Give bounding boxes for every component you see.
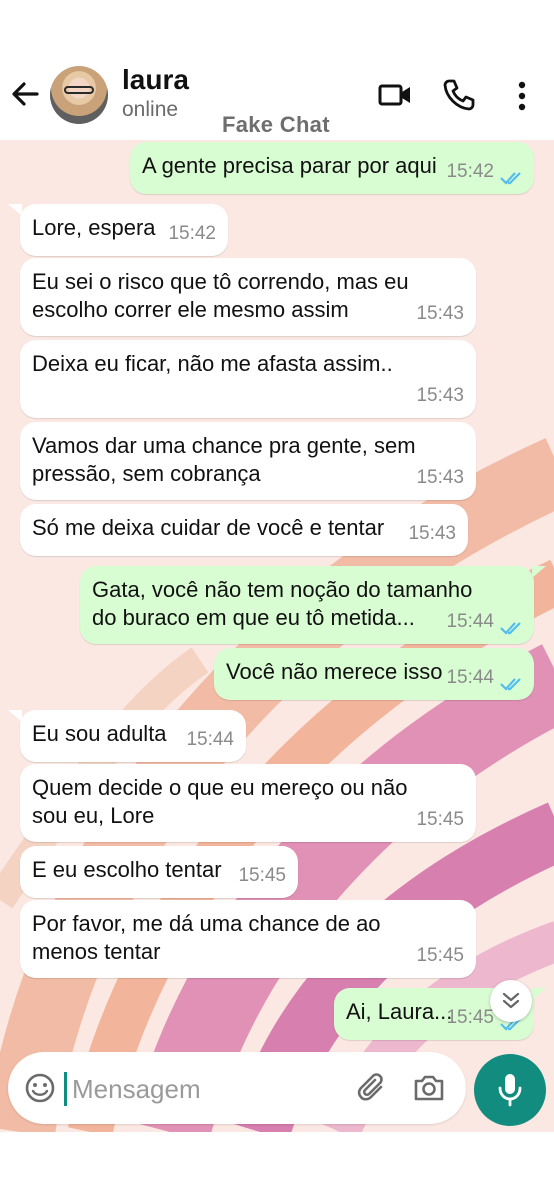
- message-bubble-incoming[interactable]: E eu escolho tentar 15:45: [20, 846, 298, 898]
- double-check-icon: [500, 172, 521, 185]
- message-bubble-incoming[interactable]: Eu sou adulta 15:44: [20, 710, 246, 762]
- bubble-tail: [532, 988, 546, 1000]
- message-bubble-incoming[interactable]: Por favor, me dá uma chance de ao menos …: [20, 900, 476, 978]
- double-chevron-down-icon: [502, 992, 520, 1009]
- microphone-icon: [498, 1074, 522, 1107]
- watermark: Fake Chat: [222, 112, 330, 137]
- chat-area[interactable]: A gente precisa parar por aqui 15:42 Lor…: [0, 140, 554, 1132]
- message-text: Eu sei o risco que tô correndo, mas eu e…: [32, 269, 409, 322]
- message-bubble-incoming[interactable]: Deixa eu ficar, não me afasta assim.. 15…: [20, 340, 476, 418]
- message-time: 15:43: [408, 523, 456, 544]
- message-text: Gata, você não tem noção do tamanho do b…: [92, 577, 473, 630]
- voice-message-button[interactable]: [474, 1054, 546, 1126]
- message-text: E eu escolho tentar: [32, 857, 222, 882]
- message-time: 15:45: [238, 865, 286, 886]
- message-time: 15:43: [416, 467, 464, 488]
- message-time: 15:45: [416, 945, 464, 966]
- paperclip-icon[interactable]: [356, 1072, 388, 1104]
- message-time: 15:43: [416, 303, 464, 324]
- message-time: 15:45: [446, 1007, 494, 1028]
- phone-icon[interactable]: [442, 78, 476, 112]
- message-time: 15:44: [446, 667, 494, 688]
- message-bubble-outgoing[interactable]: Você não merece isso 15:44: [214, 648, 534, 700]
- message-text: Eu sou adulta: [32, 721, 167, 746]
- avatar[interactable]: [50, 66, 108, 124]
- video-call-icon[interactable]: [378, 80, 412, 110]
- message-text: Quem decide o que eu mereço ou não sou e…: [32, 775, 408, 828]
- chat-header: laura online Fake Chat: [0, 0, 554, 140]
- message-bubble-incoming[interactable]: Só me deixa cuidar de você e tentar 15:4…: [20, 504, 468, 556]
- text-caret: [64, 1072, 67, 1106]
- message-time: 15:42: [168, 223, 216, 244]
- double-check-icon: [500, 622, 521, 635]
- bubble-tail: [532, 566, 546, 578]
- message-bubble-outgoing[interactable]: A gente precisa parar por aqui 15:42: [130, 142, 534, 194]
- message-time: 15:45: [416, 809, 464, 830]
- message-time: 15:44: [186, 729, 234, 750]
- double-check-icon: [500, 678, 521, 691]
- more-vertical-icon[interactable]: [510, 80, 534, 112]
- message-text: Lore, espera: [32, 215, 156, 240]
- message-composer: [8, 1052, 466, 1124]
- contact-status: online: [122, 98, 179, 121]
- arrow-left-icon[interactable]: [10, 78, 40, 110]
- scroll-to-bottom-button[interactable]: [490, 980, 532, 1022]
- contact-name[interactable]: laura: [122, 64, 189, 96]
- message-bubble-incoming[interactable]: Quem decide o que eu mereço ou não sou e…: [20, 764, 476, 842]
- message-time: 15:42: [446, 161, 494, 182]
- message-text: Só me deixa cuidar de você e tentar: [32, 515, 385, 540]
- message-text: A gente precisa parar por aqui: [142, 153, 437, 178]
- message-text: Deixa eu ficar, não me afasta assim..: [32, 351, 393, 376]
- bottom-spacer: [0, 1132, 554, 1200]
- message-text: Vamos dar uma chance pra gente, sem pres…: [32, 433, 416, 486]
- camera-icon[interactable]: [412, 1072, 446, 1104]
- message-bubble-incoming[interactable]: Vamos dar uma chance pra gente, sem pres…: [20, 422, 476, 500]
- message-text: Ai, Laura...: [346, 999, 453, 1024]
- message-text: Por favor, me dá uma chance de ao menos …: [32, 911, 381, 964]
- emoji-icon[interactable]: [24, 1072, 56, 1104]
- message-bubble-incoming[interactable]: Eu sei o risco que tô correndo, mas eu e…: [20, 258, 476, 336]
- message-time: 15:43: [416, 385, 464, 406]
- message-bubble-incoming[interactable]: Lore, espera 15:42: [20, 204, 228, 256]
- message-text: Você não merece isso: [226, 659, 443, 684]
- message-time: 15:44: [446, 611, 494, 632]
- message-input[interactable]: [70, 1066, 354, 1112]
- message-bubble-outgoing[interactable]: Gata, você não tem noção do tamanho do b…: [80, 566, 534, 644]
